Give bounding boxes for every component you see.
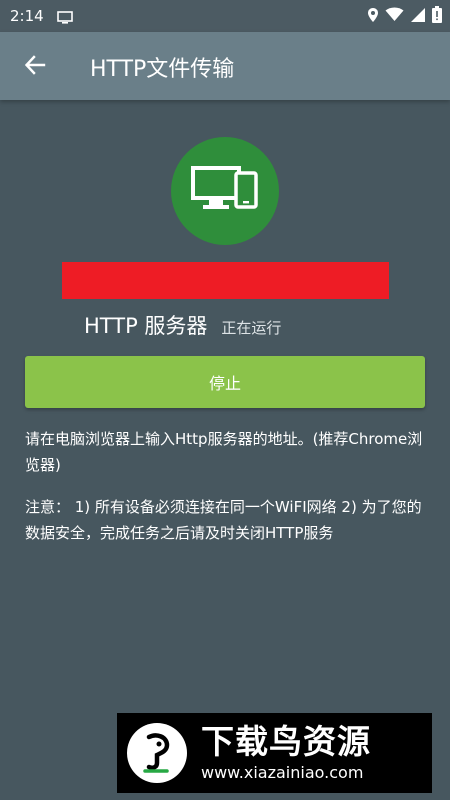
app-bar: HTTP文件传输	[0, 32, 450, 100]
notice-text: 注意： 1) 所有设备必须连接在同一个WiFI网络 2) 为了您的数据安全，完成…	[25, 498, 422, 542]
screen-cast-icon	[57, 9, 73, 28]
watermark: 下载鸟资源 www.xiazainiao.com	[117, 713, 432, 793]
server-status: 正在运行	[221, 319, 282, 337]
watermark-title: 下载鸟资源	[201, 722, 371, 761]
server-status-row: HTTP 服务器 正在运行	[84, 310, 281, 340]
server-devices-badge	[171, 137, 279, 245]
watermark-texts: 下载鸟资源 www.xiazainiao.com	[201, 722, 371, 784]
bird-logo-icon	[127, 723, 187, 783]
status-icons	[367, 6, 442, 27]
redacted-server-address	[62, 262, 389, 299]
back-button[interactable]	[18, 50, 52, 84]
arrow-back-icon	[24, 54, 46, 80]
location-icon	[367, 7, 379, 27]
instruction-text: 请在电脑浏览器上输入Http服务器的地址。(推荐Chrome浏览器)	[25, 430, 423, 474]
signal-icon	[410, 7, 426, 27]
server-label: HTTP 服务器	[84, 314, 208, 338]
stop-button[interactable]: 停止	[25, 356, 425, 408]
watermark-url: www.xiazainiao.com	[201, 763, 364, 782]
page-title: HTTP文件传输	[90, 57, 235, 82]
status-time: 2:14	[10, 7, 44, 25]
status-bar: 2:14	[0, 0, 450, 32]
wifi-icon	[385, 7, 404, 26]
devices-icon	[191, 165, 259, 217]
battery-icon	[432, 6, 442, 27]
